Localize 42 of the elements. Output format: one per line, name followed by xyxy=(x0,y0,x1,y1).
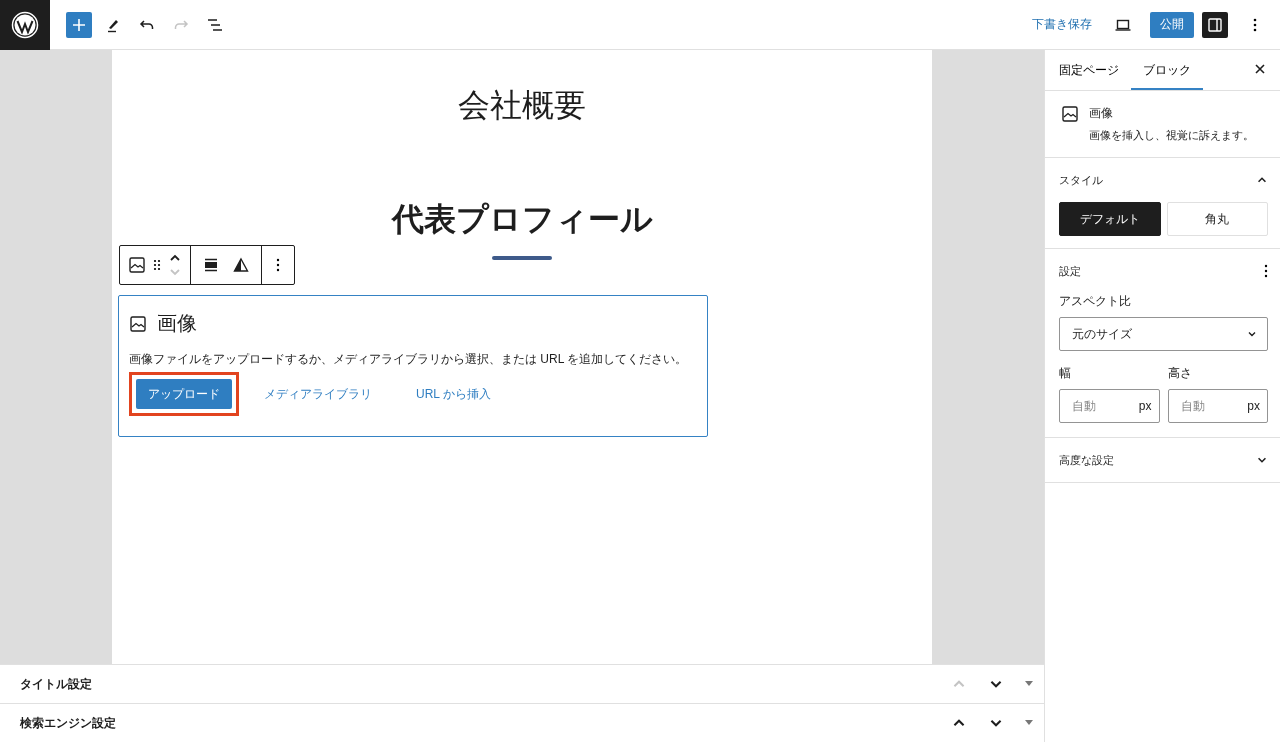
more-options-icon[interactable] xyxy=(1264,264,1268,278)
wordpress-logo-icon[interactable] xyxy=(0,0,50,50)
caret-icon[interactable] xyxy=(1025,681,1033,687)
insert-url-link[interactable]: URL から挿入 xyxy=(404,379,503,409)
metabox-title[interactable]: タイトル設定 xyxy=(20,675,92,693)
unit-label: px xyxy=(1247,399,1260,413)
page-title[interactable]: 会社概要 xyxy=(118,84,926,128)
panel-title: 設定 xyxy=(1059,263,1081,279)
panel-title: スタイル xyxy=(1059,172,1103,188)
instructions: 画像ファイルをアップロードするか、メディアライブラリから選択、または URL を追加してください。 xyxy=(129,351,689,368)
image-icon xyxy=(128,256,146,274)
publish-button[interactable]: 公開 xyxy=(1150,11,1194,38)
block-title: 画像 xyxy=(157,311,197,336)
style-option[interactable]: デフォルト xyxy=(1059,202,1161,236)
style-option[interactable]: 角丸 xyxy=(1166,202,1268,236)
save-draft-button[interactable]: 下書き保存 xyxy=(1028,12,1096,37)
separator xyxy=(492,256,552,260)
field-label: 幅 xyxy=(1059,365,1072,382)
caret-icon[interactable] xyxy=(1025,720,1033,726)
unit-label: px xyxy=(1138,399,1152,413)
field-label: 高さ xyxy=(1167,365,1193,382)
heading[interactable]: 代表プロフィール xyxy=(118,198,926,242)
duotone-icon[interactable] xyxy=(233,257,249,273)
image-icon xyxy=(1061,105,1079,123)
sidebar-tab[interactable]: 固定ページ xyxy=(1047,50,1131,90)
sidebar-toggle-icon[interactable] xyxy=(1202,11,1228,38)
field-label: アスペクト比 xyxy=(1059,293,1132,310)
metabox-title[interactable]: 検索エンジン設定 xyxy=(20,714,116,732)
block-name: 画像 xyxy=(1089,105,1114,122)
image-icon xyxy=(129,314,147,333)
plus-icon xyxy=(72,17,86,32)
align-icon[interactable] xyxy=(203,257,219,273)
block-description: 画像を挿入し、視覚に訴えます。 xyxy=(1089,128,1254,143)
media-library-link[interactable]: メディアライブラリ xyxy=(252,379,384,409)
drag-handle-icon[interactable] xyxy=(152,258,162,272)
aspect-ratio-select[interactable]: 元のサイズ xyxy=(1059,317,1268,351)
upload-button[interactable]: アップロード xyxy=(136,379,232,409)
panel-title[interactable]: 高度な設定 xyxy=(1059,452,1114,468)
more-options-icon[interactable] xyxy=(276,257,280,273)
sidebar-tab[interactable]: ブロック xyxy=(1131,50,1203,90)
add-block-button[interactable] xyxy=(66,11,92,38)
chevron-down-icon xyxy=(1247,330,1257,338)
